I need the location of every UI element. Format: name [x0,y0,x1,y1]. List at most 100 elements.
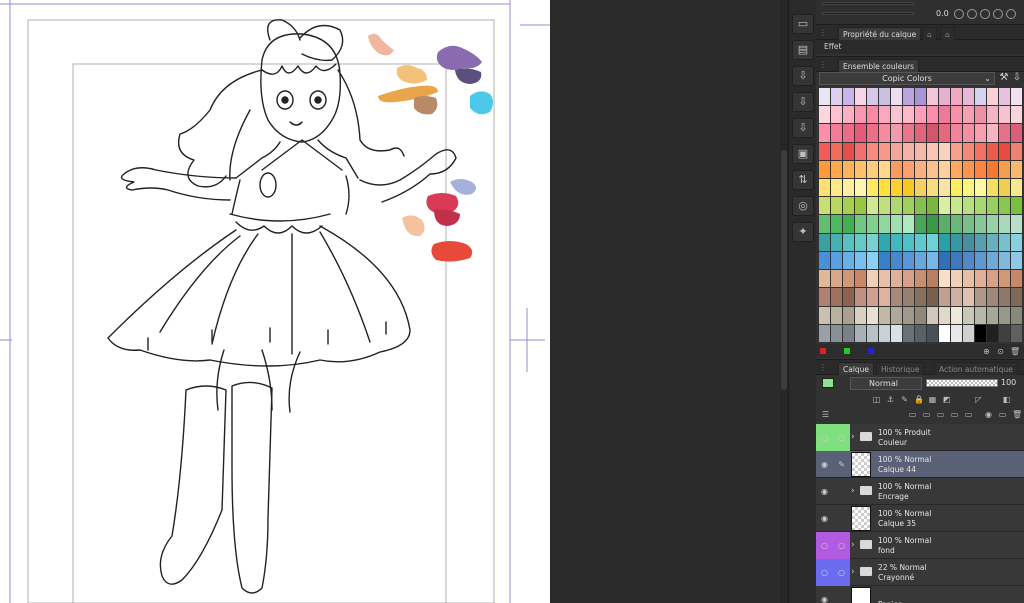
color-swatch[interactable] [1011,288,1022,306]
color-swatch[interactable] [951,306,962,324]
color-swatch[interactable] [903,233,914,251]
color-swatch[interactable] [915,306,926,324]
color-swatch[interactable] [987,106,998,124]
color-swatch[interactable] [867,197,878,215]
color-swatch[interactable] [867,215,878,233]
color-swatch[interactable] [999,197,1010,215]
color-swatch[interactable] [975,124,986,142]
color-swatch[interactable] [891,197,902,215]
lock-icon[interactable]: 🔒 [914,395,924,404]
color-swatch[interactable] [975,106,986,124]
color-swatch[interactable] [951,142,962,160]
chevron-right-icon[interactable]: › [851,424,859,451]
edit-target-cell[interactable] [833,505,850,532]
color-swatch[interactable] [963,88,974,106]
color-swatch[interactable] [987,215,998,233]
color-swatch[interactable] [879,197,890,215]
color-swatch[interactable] [867,160,878,179]
color-swatch[interactable] [819,106,830,124]
color-swatch[interactable] [867,288,878,306]
flip-horizontal-button[interactable] [993,9,1003,19]
add-color-icon[interactable]: ⊕ [982,347,991,356]
color-swatch[interactable] [987,179,998,197]
color-swatch[interactable] [927,124,938,142]
layer-color-icon[interactable]: ◧ [1002,395,1011,404]
color-swatch[interactable] [819,88,830,106]
color-swatch[interactable] [939,233,950,251]
eye-icon[interactable]: ◉ [816,478,833,505]
color-swatch[interactable] [855,324,866,342]
color-swatch[interactable] [903,215,914,233]
color-swatch[interactable] [891,288,902,306]
color-swatch[interactable] [819,142,830,160]
vertical-scrollbar[interactable] [780,0,788,603]
color-swatch[interactable] [963,215,974,233]
color-swatch[interactable] [819,270,830,288]
material-icon[interactable]: ⇩ [792,92,814,112]
color-swatch[interactable] [867,124,878,142]
color-swatch[interactable] [951,179,962,197]
color-swatch[interactable] [987,124,998,142]
color-swatch[interactable] [855,124,866,142]
rotate-right-button[interactable] [967,9,977,19]
color-swatch[interactable] [975,160,986,179]
color-swatch[interactable] [939,270,950,288]
color-swatch[interactable] [867,106,878,124]
color-swatch[interactable] [939,197,950,215]
color-swatch[interactable] [915,324,926,342]
draft-icon[interactable]: ✎ [900,395,909,404]
color-swatch[interactable] [903,306,914,324]
color-swatch[interactable] [1011,197,1022,215]
merge-icon[interactable]: ▭ [964,410,973,419]
color-swatch[interactable] [867,142,878,160]
edit-target-cell[interactable] [833,478,850,505]
color-swatch[interactable] [963,124,974,142]
color-swatch[interactable] [867,270,878,288]
color-swatch[interactable] [843,324,854,342]
color-swatch[interactable] [1011,233,1022,251]
color-swatch[interactable] [903,160,914,179]
tab-layer-property-2[interactable]: ⌂ [922,27,937,40]
color-swatch[interactable] [855,270,866,288]
eye-icon[interactable]: ◉ [816,451,833,478]
color-swatch[interactable] [867,306,878,324]
mask-icon[interactable]: ◩ [942,395,951,404]
drawing-canvas[interactable] [0,0,550,603]
color-swatch[interactable] [915,251,926,270]
color-swatch[interactable] [987,288,998,306]
color-swatch[interactable] [951,215,962,233]
color-swatch[interactable] [867,179,878,197]
color-swatch[interactable] [975,215,986,233]
color-swatch[interactable] [855,142,866,160]
color-swatch[interactable] [891,251,902,270]
color-swatch[interactable] [855,251,866,270]
color-swatch[interactable] [951,324,962,342]
color-swatch[interactable] [927,324,938,342]
color-swatch[interactable] [1011,142,1022,160]
color-swatch[interactable] [879,142,890,160]
create-mask-icon[interactable]: ◉ [984,410,993,419]
color-swatch[interactable] [963,106,974,124]
color-swatch[interactable] [843,215,854,233]
color-swatch[interactable] [939,88,950,106]
color-swatch[interactable] [903,197,914,215]
color-swatch[interactable] [915,233,926,251]
color-swatch[interactable] [927,215,938,233]
color-swatch[interactable] [939,324,950,342]
navigator-panel-icon[interactable]: ▭ [792,14,814,34]
color-swatch[interactable] [999,106,1010,124]
color-swatch[interactable] [1011,215,1022,233]
color-swatch[interactable] [855,233,866,251]
eye-icon[interactable]: ◉ [816,586,833,603]
color-swatch[interactable] [843,179,854,197]
color-swatch[interactable] [903,324,914,342]
color-swatch[interactable] [915,270,926,288]
rotation-slider[interactable] [822,12,914,15]
edit-target-cell[interactable]: ○ [833,559,850,586]
color-swatch[interactable] [819,179,830,197]
layer-row[interactable]: ○ ○ › 100 % Produit Couleur [816,424,1024,451]
color-swatch[interactable] [855,306,866,324]
color-swatch[interactable] [903,142,914,160]
color-swatch[interactable] [843,288,854,306]
color-swatch[interactable] [939,215,950,233]
